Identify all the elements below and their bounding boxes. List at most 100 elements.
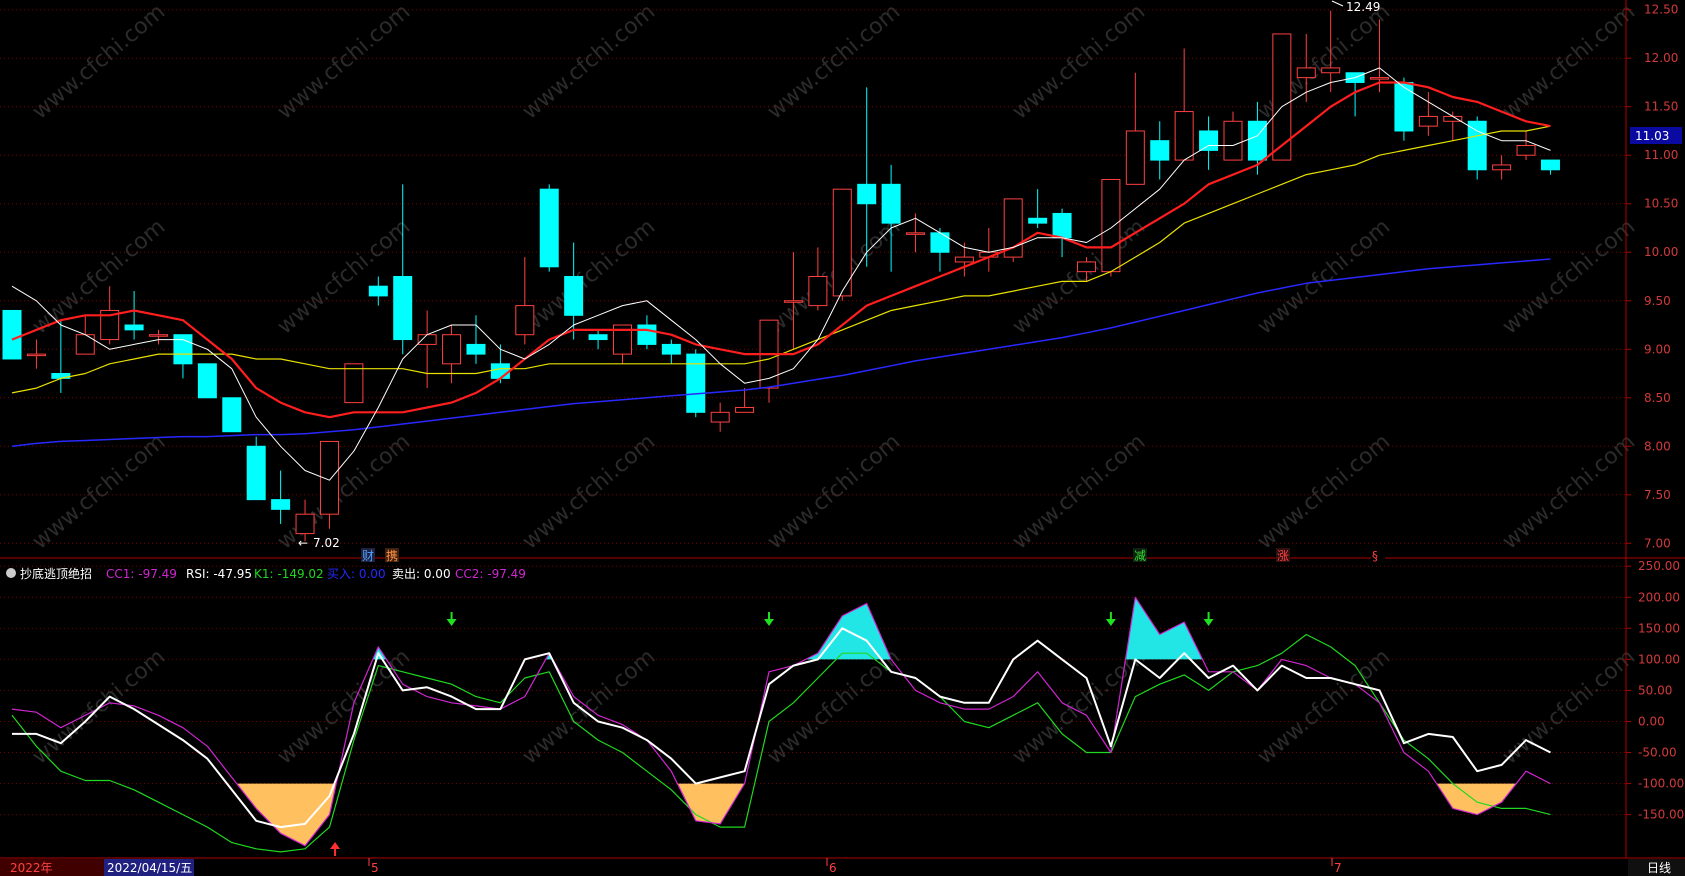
candle[interactable]	[832, 188, 852, 301]
indicator-sell-value: 卖出: 0.00	[392, 567, 451, 581]
indicator-cc2-value: CC2: -97.49	[455, 567, 526, 581]
candle-body	[1052, 212, 1072, 239]
time-axis-month-label: 5	[371, 861, 379, 875]
event-marker[interactable]: 财	[361, 548, 375, 563]
indicator-cc1-value: CC1: -97.49	[106, 567, 177, 581]
price-axis-label: 11.00	[1644, 148, 1678, 162]
indicator-axis-label: 250.00	[1638, 559, 1680, 573]
price-axis-label: 8.50	[1644, 391, 1671, 405]
price-axis-label: 7.50	[1644, 488, 1671, 502]
price-axis-label: 10.00	[1644, 245, 1678, 259]
candle-body	[832, 188, 852, 297]
candle-body	[1150, 140, 1170, 161]
candle-body	[1223, 120, 1243, 161]
candle-body	[344, 363, 364, 404]
indicator-axis-label: 0.00	[1638, 714, 1665, 728]
candle-body	[149, 334, 169, 337]
indicator-axis-label: 200.00	[1638, 590, 1680, 604]
indicator-buy-value: 买入: 0.00	[327, 567, 386, 581]
candle-body	[661, 343, 681, 355]
candle-body	[710, 411, 730, 423]
low-price-label: 7.02	[313, 536, 340, 550]
candle-body	[1394, 81, 1414, 132]
candle-body	[735, 406, 755, 413]
candle-body	[393, 276, 413, 341]
candle-body	[197, 363, 217, 399]
stock-chart[interactable]: www.cfchi.com www.cfchi.com www.cfchi.com w…	[0, 0, 1685, 876]
candle-body	[588, 334, 608, 341]
candle-body	[442, 334, 462, 365]
candle-body	[1492, 164, 1512, 171]
candle-body	[954, 256, 974, 263]
price-axis-label: 8.00	[1644, 439, 1671, 453]
candle-body	[246, 445, 266, 501]
candle[interactable]	[1467, 116, 1487, 180]
candle-body	[783, 300, 803, 303]
low-annotation: ← 7.02	[298, 536, 340, 550]
candle-body	[686, 353, 706, 413]
time-axis-selected-date[interactable]: 2022/04/15/五	[107, 861, 192, 875]
price-axis-label: 7.00	[1644, 536, 1671, 550]
candle-body	[1199, 130, 1219, 151]
candle-body	[2, 309, 22, 360]
chart-background	[0, 0, 1685, 876]
collapse-icon[interactable]	[6, 568, 16, 578]
candle-body	[271, 499, 291, 510]
event-marker-label: 减	[1134, 549, 1146, 563]
candle-body	[1101, 178, 1121, 273]
indicator-axis-label: -50.00	[1638, 746, 1677, 760]
event-marker-label: §	[1372, 549, 1378, 563]
indicator-axis-label: 50.00	[1638, 683, 1672, 697]
candle-body	[1540, 159, 1560, 171]
indicator-axis-label: -100.00	[1638, 777, 1684, 791]
candle-body	[173, 334, 193, 365]
price-axis-label: 9.50	[1644, 294, 1671, 308]
candle[interactable]	[246, 436, 266, 501]
candle-body	[1174, 111, 1194, 161]
indicator-axis-label: 100.00	[1638, 652, 1680, 666]
candle-body	[26, 353, 46, 357]
event-marker[interactable]: 减	[1133, 548, 1147, 563]
indicator-axis-label: 150.00	[1638, 621, 1680, 635]
current-price-tag: 11.03	[1630, 127, 1682, 144]
candle-body	[539, 188, 559, 268]
candle[interactable]	[197, 363, 217, 399]
current-price-label: 11.03	[1635, 129, 1669, 143]
period-button[interactable]: 日线	[1647, 861, 1671, 875]
candle-body	[1076, 261, 1096, 273]
candle-body	[417, 334, 437, 345]
price-axis-label: 12.00	[1644, 51, 1678, 65]
candle-body	[1125, 130, 1145, 185]
candle-body	[222, 397, 242, 433]
candle-body	[564, 276, 584, 316]
indicator-name[interactable]: 抄底逃顶绝招	[20, 566, 92, 581]
candle-body	[368, 285, 388, 297]
candle[interactable]	[686, 349, 706, 418]
candle-body	[490, 363, 510, 379]
candle-body	[906, 232, 926, 235]
event-marker[interactable]: §	[1371, 548, 1385, 563]
time-axis-month-label: 6	[829, 861, 837, 875]
candle[interactable]	[2, 309, 22, 360]
indicator-header: 抄底逃顶绝招 CC1: -97.49 RSI: -47.95 K1: -149.…	[6, 566, 526, 581]
candle-body	[1028, 217, 1048, 224]
candle[interactable]	[222, 397, 242, 433]
event-marker-label: 携	[386, 548, 398, 563]
candle-body	[1467, 120, 1487, 171]
candle[interactable]	[539, 184, 559, 272]
event-marker[interactable]: 涨	[1276, 548, 1290, 563]
indicator-rsi-value: RSI: -47.95	[186, 567, 252, 581]
price-axis-label: 9.00	[1644, 342, 1671, 356]
candle-body	[1370, 77, 1390, 80]
event-marker-label: 财	[362, 549, 374, 563]
candle-body	[930, 232, 950, 253]
indicator-axis-label: -150.00	[1638, 808, 1684, 822]
time-axis-month-label: 7	[1334, 861, 1342, 875]
price-axis-label: 12.50	[1644, 3, 1678, 17]
candle[interactable]	[344, 363, 364, 404]
event-marker-label: 涨	[1277, 548, 1289, 563]
high-price-label: 12.49	[1346, 0, 1380, 14]
price-axis-label: 10.50	[1644, 197, 1678, 211]
event-marker[interactable]: 携	[385, 548, 399, 563]
candle[interactable]	[1003, 198, 1023, 262]
